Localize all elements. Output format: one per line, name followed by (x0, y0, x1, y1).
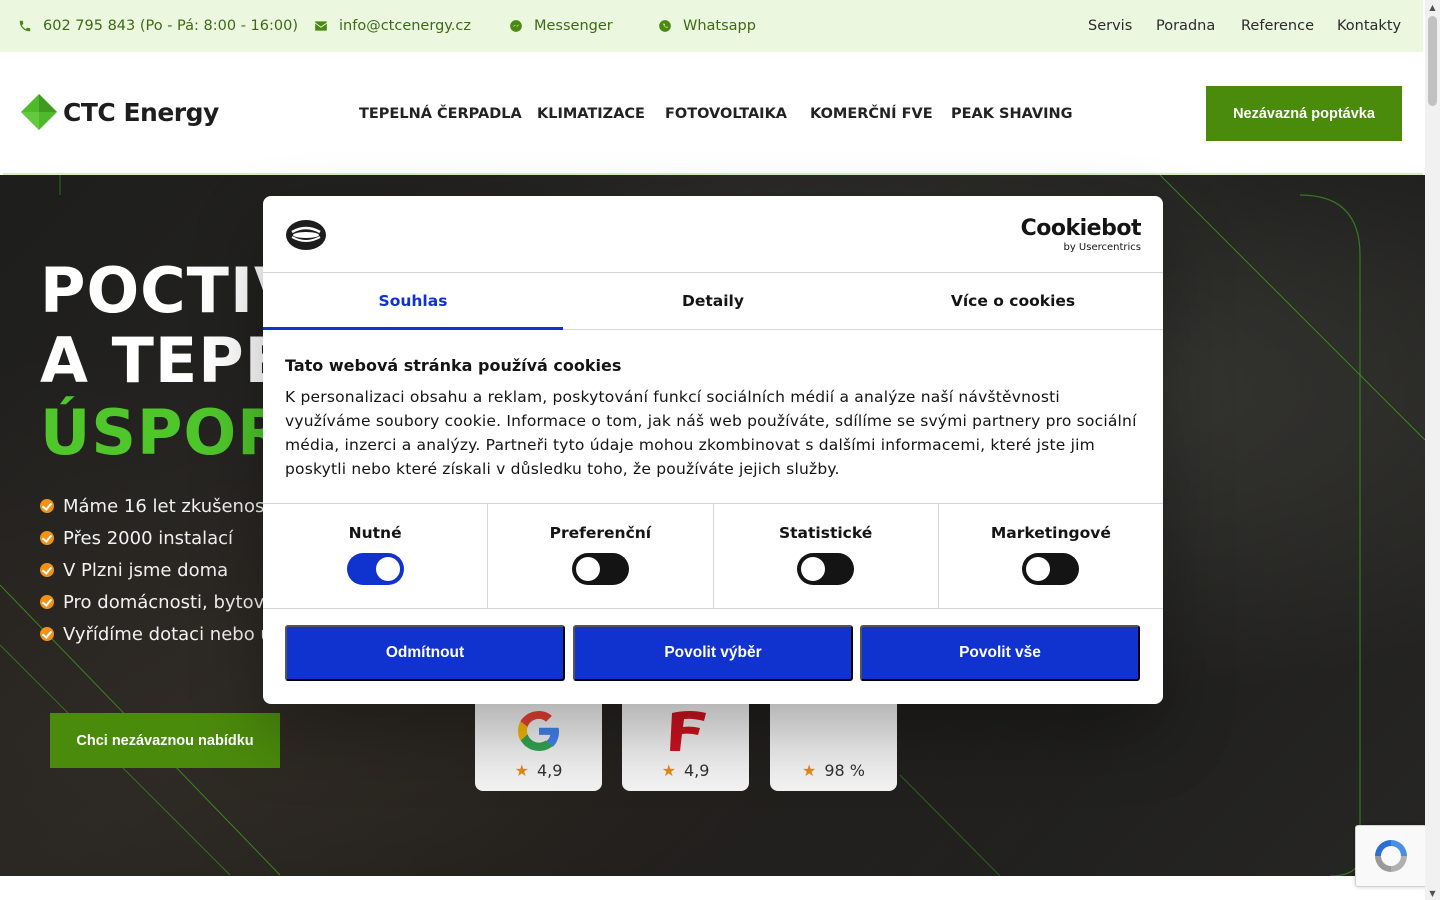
page-below-hero (0, 876, 1425, 900)
nav-klimatizace[interactable]: KLIMATIZACE (537, 52, 645, 175)
nav-peak-shaving[interactable]: PEAK SHAVING (951, 52, 1073, 175)
offer-button[interactable]: Chci nezávaznou nabídku (50, 713, 280, 768)
logo-text: CTC Energy (63, 97, 219, 127)
cookie-tabs: Souhlas Detaily Více o cookies (263, 273, 1163, 330)
whatsapp-link[interactable]: Whatsapp (657, 0, 756, 52)
cookiebot-brand-text: Cookiebot (1020, 216, 1142, 241)
toggle-preferencni[interactable] (571, 553, 629, 585)
whatsapp-text: Whatsapp (683, 18, 756, 34)
scroll-up-icon[interactable]: ▲ (1425, 0, 1440, 14)
star-icon: ★ (802, 760, 817, 780)
toggle-nutne[interactable] (346, 553, 404, 585)
scroll-thumb[interactable] (1428, 16, 1437, 106)
cookiebot-brand-sub: by Usercentrics (1063, 242, 1141, 253)
bullet-item: Máme 16 let zkušeností (40, 490, 283, 522)
bullet-text: Vyřídíme dotaci nebo úv (63, 623, 283, 645)
star-icon: ★ (661, 760, 676, 780)
phone-link[interactable]: 602 795 843 (Po - Pá: 8:00 - 16:00) (17, 0, 298, 52)
tab-vice-o-cookies[interactable]: Více o cookies (863, 273, 1163, 329)
check-circle-icon (40, 627, 54, 641)
messenger-icon (508, 18, 524, 34)
site-logo[interactable]: CTC Energy (19, 92, 219, 132)
bullet-text: Máme 16 let zkušeností (63, 495, 277, 517)
reject-button[interactable]: Odmítnout (285, 625, 565, 681)
check-circle-icon (40, 595, 54, 609)
rating-score: ★ 98 % (802, 760, 865, 780)
level-label: Marketingové (990, 524, 1111, 542)
link-poradna[interactable]: Poradna (1156, 0, 1215, 52)
nav-fotovoltaika[interactable]: FOTOVOLTAIKA (665, 52, 787, 175)
nav-komercni-fve[interactable]: KOMERČNÍ FVE (810, 52, 933, 175)
bullet-text: Přes 2000 instalací (63, 527, 234, 549)
phone-icon (17, 18, 33, 34)
check-circle-icon (40, 499, 54, 513)
cookiebot-logo[interactable]: Cookiebot by Usercentrics (1020, 216, 1142, 254)
scroll-down-icon[interactable]: ▼ (1425, 886, 1440, 900)
bullet-text: Pro domácnosti, bytové (63, 591, 276, 613)
envelope-icon (313, 18, 329, 34)
level-nutne: Nutné (263, 504, 489, 608)
level-preferencni: Preferenční (488, 504, 714, 608)
check-circle-icon (40, 563, 54, 577)
phone-text: 602 795 843 (Po - Pá: 8:00 - 16:00) (43, 18, 298, 34)
level-label: Preferenční (549, 524, 652, 542)
cookie-levels: Nutné Preferenční Statistické Marketingo… (263, 503, 1163, 609)
bullet-item: Přes 2000 instalací (40, 522, 283, 554)
recaptcha-icon (1375, 840, 1407, 872)
cookie-site-logo-icon (285, 218, 327, 256)
firmy-icon (622, 707, 749, 757)
bullet-text: V Plzni jsme doma (63, 559, 229, 581)
allow-all-button[interactable]: Povolit vše (860, 625, 1140, 681)
recaptcha-badge[interactable] (1355, 825, 1427, 887)
bullet-item: V Plzni jsme doma (40, 554, 283, 586)
link-kontakty[interactable]: Kontakty (1337, 0, 1401, 52)
email-link[interactable]: info@ctcenergy.cz (313, 0, 471, 52)
cookie-body: Tato webová stránka používá cookies K pe… (285, 356, 1141, 481)
tab-detaily[interactable]: Detaily (563, 273, 863, 329)
hero-bullets: Máme 16 let zkušeností Přes 2000 instala… (40, 490, 283, 650)
email-text: info@ctcenergy.cz (339, 18, 471, 34)
level-statisticke: Statistické (714, 504, 939, 608)
toggle-marketingove[interactable] (1022, 553, 1080, 585)
check-circle-icon (40, 531, 54, 545)
ctc-logo-icon (19, 92, 59, 132)
page-scrollbar[interactable]: ▲ ▼ (1425, 0, 1440, 900)
messenger-text: Messenger (534, 18, 613, 34)
tab-souhlas[interactable]: Souhlas (263, 273, 563, 330)
allow-selection-button[interactable]: Povolit výběr (573, 625, 853, 681)
toggle-statisticke[interactable] (797, 553, 855, 585)
top-bar: 602 795 843 (Po - Pá: 8:00 - 16:00) info… (0, 0, 1423, 52)
bullet-item: Vyřídíme dotaci nebo úv (40, 618, 283, 650)
whatsapp-icon (657, 18, 673, 34)
google-icon (475, 707, 602, 757)
site-header: CTC Energy TEPELNÁ ČERPADLA KLIMATIZACE … (3, 52, 1423, 175)
messenger-link[interactable]: Messenger (508, 0, 613, 52)
cookie-consent-dialog: Cookiebot by Usercentrics Souhlas Detail… (263, 196, 1163, 704)
level-label: Nutné (348, 524, 402, 542)
level-label: Statistické (778, 524, 873, 542)
nav-tepelna-cerpadla[interactable]: TEPELNÁ ČERPADLA (359, 52, 522, 175)
rating-score: ★ 4,9 (661, 760, 710, 780)
cookie-heading: Tato webová stránka používá cookies (285, 356, 622, 375)
cookie-dialog-header: Cookiebot by Usercentrics (263, 196, 1163, 273)
cookie-description: K personalizaci obsahu a reklam, poskyto… (285, 388, 1137, 478)
rating-score: ★ 4,9 (514, 760, 563, 780)
bullet-item: Pro domácnosti, bytové (40, 586, 283, 618)
level-marketingove: Marketingové (939, 504, 1163, 608)
star-icon: ★ (514, 760, 529, 780)
link-reference[interactable]: Reference (1241, 0, 1314, 52)
inquiry-button[interactable]: Nezávazná poptávka (1206, 86, 1402, 141)
link-servis[interactable]: Servis (1088, 0, 1132, 52)
